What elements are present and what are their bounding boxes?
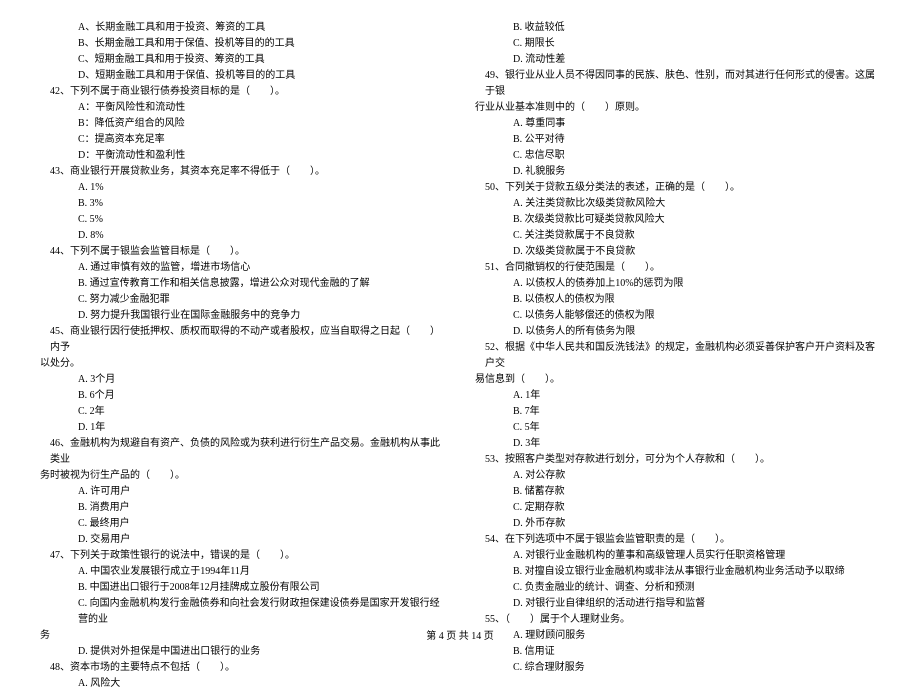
option: D. 交易用户 (40, 532, 445, 548)
option: A. 对银行业金融机构的董事和高级管理人员实行任职资格管理 (475, 548, 880, 564)
option: B. 以债权人的债权为限 (475, 292, 880, 308)
option: C. 关注类贷款属于不良贷款 (475, 228, 880, 244)
option: A. 通过审慎有效的监管，增进市场信心 (40, 260, 445, 276)
question-53: 53、按照客户类型对存款进行划分，可分为个人存款和（ ）。 (475, 452, 880, 468)
option: D. 对银行业自律组织的活动进行指导和监督 (475, 596, 880, 612)
option: D、短期金融工具和用于保值、投机等目的的工具 (40, 68, 445, 84)
option: B. 消费用户 (40, 500, 445, 516)
question-49: 49、银行业从业人员不得因同事的民族、肤色、性别，而对其进行任何形式的侵害。这属… (475, 68, 880, 100)
option: D. 礼貌服务 (475, 164, 880, 180)
option: A. 对公存款 (475, 468, 880, 484)
question-55: 55、（ ）属于个人理财业务。 (475, 612, 880, 628)
option: B. 对擅自设立银行业金融机构或非法从事银行业金融机构业务活动予以取缔 (475, 564, 880, 580)
question-43: 43、商业银行开展贷款业务，其资本充足率不得低于（ ）。 (40, 164, 445, 180)
option: C. 负责金融业的统计、调查、分析和预测 (475, 580, 880, 596)
option: A. 尊重同事 (475, 116, 880, 132)
option: B. 通过宣传教育工作和相关信息披露，增进公众对现代金融的了解 (40, 276, 445, 292)
option: C. 以债务人能够偿还的债权为限 (475, 308, 880, 324)
question-44: 44、下列不属于银监会监管目标是（ ）。 (40, 244, 445, 260)
option: D. 流动性差 (475, 52, 880, 68)
option: B. 储蓄存款 (475, 484, 880, 500)
option: B. 中国进出口银行于2008年12月挂牌成立股份有限公司 (40, 580, 445, 596)
option: B. 7年 (475, 404, 880, 420)
option: B. 收益较低 (475, 20, 880, 36)
question-45-cont: 以处分。 (40, 356, 445, 372)
option: B. 公平对待 (475, 132, 880, 148)
option: C. 综合理财服务 (475, 660, 880, 676)
question-51: 51、合同撤销权的行使范围是（ ）。 (475, 260, 880, 276)
option: A. 风险大 (40, 676, 445, 692)
option: D. 以债务人的所有债务为限 (475, 324, 880, 340)
option: A. 1% (40, 180, 445, 196)
option: A. 1年 (475, 388, 880, 404)
option: A. 3个月 (40, 372, 445, 388)
option: C. 5年 (475, 420, 880, 436)
option: C. 2年 (40, 404, 445, 420)
left-column: A、长期金融工具和用于投资、筹资的工具 B、长期金融工具和用于保值、投机等目的的… (40, 20, 445, 610)
question-49-cont: 行业从业基本准则中的（ ）原则。 (475, 100, 880, 116)
option: C：提高资本充足率 (40, 132, 445, 148)
option: D. 8% (40, 228, 445, 244)
option: D：平衡流动性和盈利性 (40, 148, 445, 164)
option: B：降低资产组合的风险 (40, 116, 445, 132)
option: B、长期金融工具和用于保值、投机等目的的工具 (40, 36, 445, 52)
option: C. 努力减少金融犯罪 (40, 292, 445, 308)
option: C. 最终用户 (40, 516, 445, 532)
option: A. 中国农业发展银行成立于1994年11月 (40, 564, 445, 580)
page-footer: 第 4 页 共 14 页 (0, 627, 920, 642)
question-50: 50、下列关于贷款五级分类法的表述，正确的是（ ）。 (475, 180, 880, 196)
question-45: 45、商业银行因行使抵押权、质权而取得的不动产或者股权，应当自取得之日起（ ）内… (40, 324, 445, 356)
option: C、短期金融工具和用于投资、筹资的工具 (40, 52, 445, 68)
option: D. 1年 (40, 420, 445, 436)
option: B. 次级类贷款比可疑类贷款风险大 (475, 212, 880, 228)
question-46-cont: 务时被视为衍生产品的（ ）。 (40, 468, 445, 484)
question-46: 46、金融机构为规避自有资产、负债的风险或为获利进行衍生产品交易。金融机构从事此… (40, 436, 445, 468)
question-42: 42、下列不属于商业银行债券投资目标的是（ ）。 (40, 84, 445, 100)
option: C. 忠信尽职 (475, 148, 880, 164)
option: B. 3% (40, 196, 445, 212)
option: D. 次级类贷款属于不良贷款 (475, 244, 880, 260)
question-54: 54、在下列选项中不属于银监会监管职责的是（ ）。 (475, 532, 880, 548)
option: D. 提供对外担保是中国进出口银行的业务 (40, 644, 445, 660)
option: A. 许可用户 (40, 484, 445, 500)
option: A、长期金融工具和用于投资、筹资的工具 (40, 20, 445, 36)
question-52-cont: 易信息到（ ）。 (475, 372, 880, 388)
option: D. 努力提升我国银行业在国际金融服务中的竞争力 (40, 308, 445, 324)
option: B. 6个月 (40, 388, 445, 404)
option: C. 5% (40, 212, 445, 228)
option: C. 期限长 (475, 36, 880, 52)
right-column: B. 收益较低 C. 期限长 D. 流动性差 49、银行业从业人员不得因同事的民… (475, 20, 880, 610)
question-47: 47、下列关于政策性银行的说法中，错误的是（ ）。 (40, 548, 445, 564)
question-48: 48、资本市场的主要特点不包括（ ）。 (40, 660, 445, 676)
option: C. 定期存款 (475, 500, 880, 516)
option: A. 关注类贷款比次级类贷款风险大 (475, 196, 880, 212)
option: C. 向国内金融机构发行金融债券和向社会发行财政担保建设债券是国家开发银行经营的… (40, 596, 445, 628)
option: D. 3年 (475, 436, 880, 452)
option: A：平衡风险性和流动性 (40, 100, 445, 116)
option: D. 外币存款 (475, 516, 880, 532)
question-52: 52、根据《中华人民共和国反洗钱法》的规定，金融机构必须妥善保护客户开户资料及客… (475, 340, 880, 372)
option: A. 以债权人的债券加上10%的惩罚为限 (475, 276, 880, 292)
option: B. 信用证 (475, 644, 880, 660)
